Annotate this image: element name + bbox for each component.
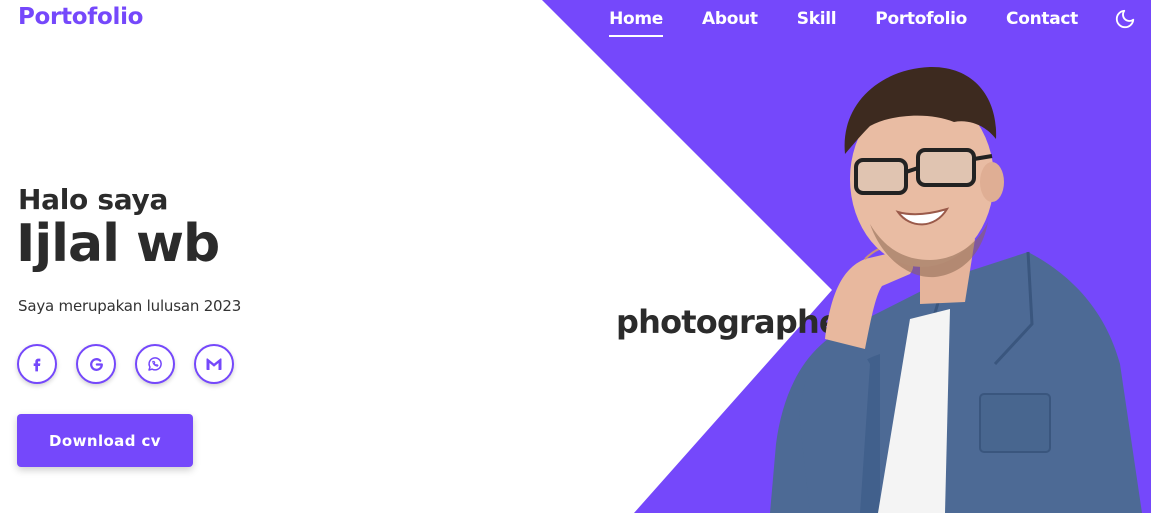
whatsapp-button[interactable] [135, 344, 175, 384]
google-button[interactable] [76, 344, 116, 384]
main-nav: Home About Skill Portofolio Contact [609, 0, 1151, 38]
nav-about[interactable]: About [702, 0, 758, 38]
social-links [17, 344, 253, 384]
facebook-icon [33, 358, 41, 372]
facebook-button[interactable] [17, 344, 57, 384]
nav-contact[interactable]: Contact [1006, 0, 1078, 38]
nav-home[interactable]: Home [609, 0, 663, 38]
hero-greeting: Halo saya [18, 183, 169, 216]
hero-name: Ijlal wb [16, 214, 220, 274]
hero-subtitle: Saya merupakan lulusan 2023 [18, 297, 242, 315]
logo[interactable]: Portofolio [18, 4, 143, 30]
hero-person-photo [770, 66, 1142, 513]
download-cv-button[interactable]: Download cv [17, 414, 193, 467]
whatsapp-icon [148, 357, 162, 371]
moon-icon [1115, 9, 1135, 29]
gmail-button[interactable] [194, 344, 234, 384]
page: Portofolio Home About Skill Portofolio C… [0, 0, 1151, 513]
nav-skill[interactable]: Skill [797, 0, 837, 38]
gmail-icon [206, 358, 222, 370]
google-icon [89, 357, 103, 371]
theme-toggle-button[interactable] [1113, 7, 1137, 31]
nav-portofolio[interactable]: Portofolio [875, 0, 967, 38]
